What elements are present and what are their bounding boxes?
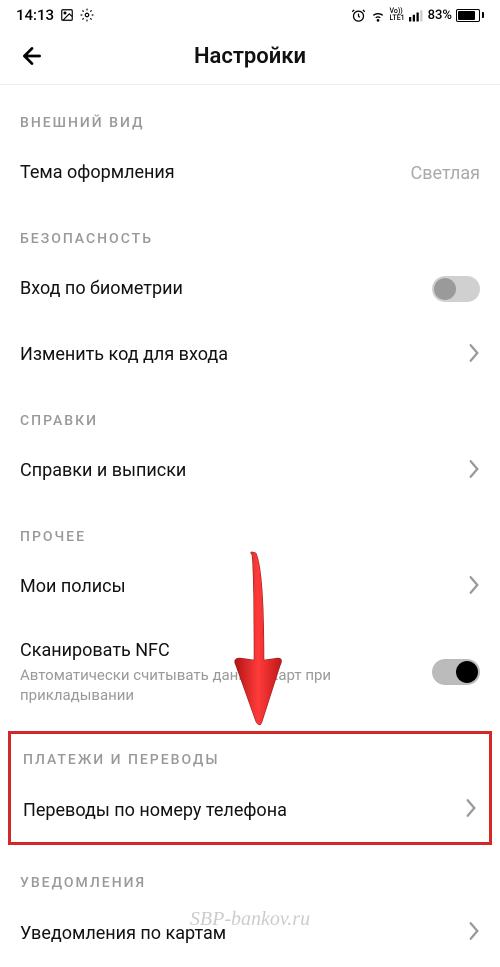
row-card-notifications[interactable]: Уведомления по картам <box>0 905 500 961</box>
section-appearance: ВНЕШНИЙ ВИД <box>0 85 500 145</box>
chevron-right-icon <box>468 575 480 599</box>
row-statements[interactable]: Справки и выписки <box>0 443 500 499</box>
image-icon <box>60 8 74 22</box>
network-type: Vo))LTE1 <box>390 8 405 22</box>
nfc-toggle[interactable] <box>432 659 480 685</box>
row-policies[interactable]: Мои полисы <box>0 559 500 615</box>
change-code-label: Изменить код для входа <box>20 343 456 366</box>
chevron-right-icon <box>465 798 477 822</box>
row-transfer-by-phone[interactable]: Переводы по номеру телефона <box>11 782 489 838</box>
chevron-right-icon <box>468 343 480 367</box>
policies-label: Мои полисы <box>20 575 456 598</box>
card-notifications-label: Уведомления по картам <box>20 922 456 945</box>
nfc-label: Сканировать NFC <box>20 639 432 662</box>
status-time: 14:13 <box>16 6 54 24</box>
chevron-right-icon <box>468 921 480 945</box>
app-header: Настройки <box>0 28 500 85</box>
settings-content: ВНЕШНИЙ ВИД Тема оформления Светлая БЕЗО… <box>0 85 500 961</box>
transfer-by-phone-label: Переводы по номеру телефона <box>23 799 453 822</box>
section-notifications: УВЕДОМЛЕНИЯ <box>0 845 500 905</box>
biometric-label: Вход по биометрии <box>20 277 432 300</box>
section-security: БЕЗОПАСНОСТЬ <box>0 201 500 261</box>
status-bar: 14:13 Vo))LTE1 83% <box>0 0 500 28</box>
wifi-icon <box>370 7 386 23</box>
status-right: Vo))LTE1 83% <box>351 7 485 23</box>
highlight-annotation: ПЛАТЕЖИ И ПЕРЕВОДЫ Переводы по номеру те… <box>8 731 492 845</box>
nfc-subtitle: Автоматически считывать данные карт при … <box>20 666 432 705</box>
back-button[interactable] <box>18 42 46 70</box>
section-payments: ПЛАТЕЖИ И ПЕРЕВОДЫ <box>11 734 489 782</box>
theme-value: Светлая <box>411 163 480 184</box>
row-nfc[interactable]: Сканировать NFC Автоматически считывать … <box>0 625 500 719</box>
settings-small-icon <box>80 8 94 22</box>
alarm-icon <box>351 8 366 23</box>
signal-icon <box>409 9 424 22</box>
battery-percent: 83% <box>428 8 452 23</box>
back-arrow-icon <box>19 43 45 69</box>
battery-icon <box>456 9 484 22</box>
section-references: СПРАВКИ <box>0 383 500 443</box>
row-theme[interactable]: Тема оформления Светлая <box>0 145 500 201</box>
statements-label: Справки и выписки <box>20 459 456 482</box>
theme-label: Тема оформления <box>20 161 411 184</box>
row-biometric[interactable]: Вход по биометрии <box>0 261 500 317</box>
biometric-toggle[interactable] <box>432 276 480 302</box>
chevron-right-icon <box>468 459 480 483</box>
section-other: ПРОЧЕЕ <box>0 499 500 559</box>
page-title: Настройки <box>46 44 454 69</box>
status-left: 14:13 <box>16 6 94 24</box>
row-change-code[interactable]: Изменить код для входа <box>0 327 500 383</box>
